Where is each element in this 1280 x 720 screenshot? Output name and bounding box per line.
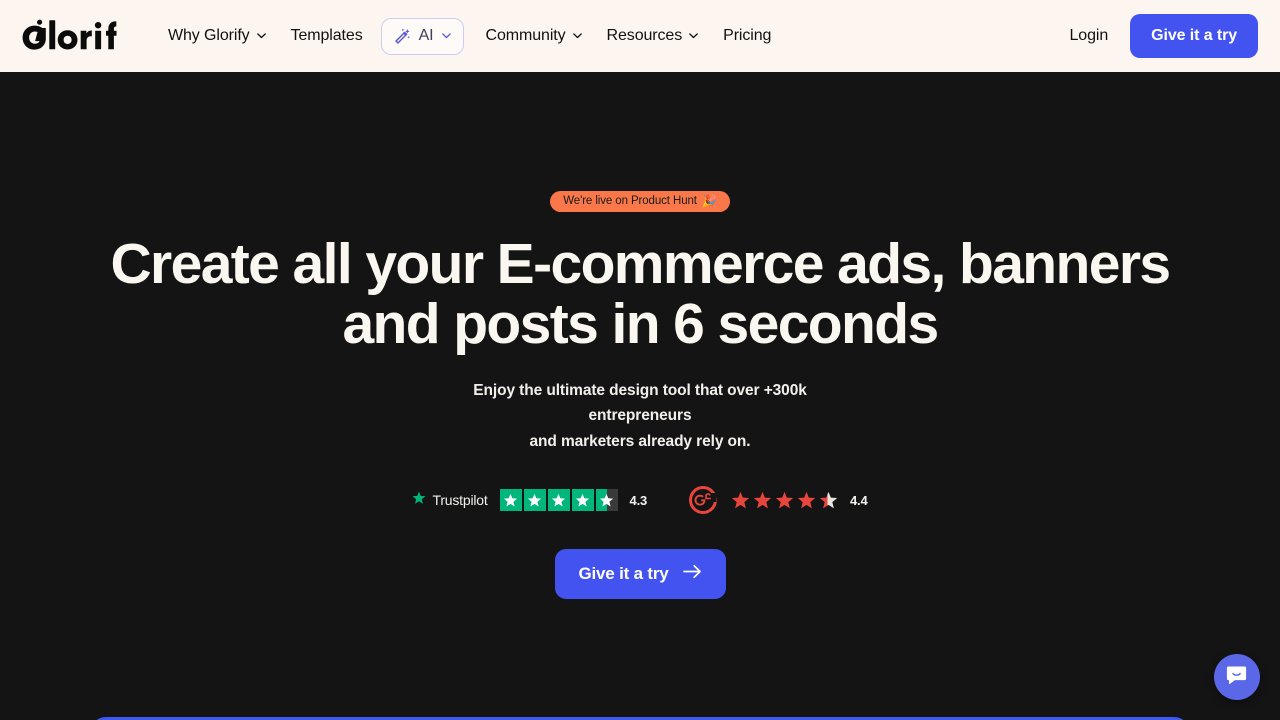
nav-item-resources[interactable]: Resources [595,19,712,53]
trustpilot-logo: Trustpilot [412,491,488,510]
main-nav: Why Glorify Templates AI Community Resou… [156,17,1055,55]
header-give-it-a-try-button[interactable]: Give it a try [1130,14,1258,58]
trustpilot-star-icon [412,491,426,510]
nav-item-community[interactable]: Community [474,19,595,53]
nav-label: Templates [290,27,363,44]
nav-label: Community [485,27,566,44]
ratings-row: Trustpilot 4.3 4.4 [412,486,868,515]
nav-item-ai[interactable]: AI [380,17,464,55]
g2-stars [731,491,838,510]
star-icon [753,491,772,510]
g2-score: 4.4 [850,492,868,508]
star-box [523,489,546,512]
magic-wand-icon [393,27,412,46]
star-icon [775,491,794,510]
chevron-down-icon [441,30,452,41]
chat-widget-button[interactable] [1214,654,1260,700]
rating-trustpilot[interactable]: Trustpilot 4.3 [412,489,648,512]
star-box [547,489,570,512]
hero-headline: Create all your E-commerce ads, banners … [110,232,1171,357]
glorify-wordmark-icon [22,19,117,50]
nav-label: Why Glorify [168,27,250,44]
ai-label: AI [418,27,434,44]
hero-give-it-a-try-button[interactable]: Give it a try [554,549,726,600]
product-hunt-badge[interactable]: We're live on Product Hunt 🎉 [550,191,730,212]
star-icon [797,491,816,510]
chat-bubble-smile-icon [1225,663,1249,692]
star-icon [731,491,750,510]
hero-subheadline-line2: and marketers already rely on. [529,432,751,450]
nav-label: Resources [606,27,683,44]
g2-logo-icon [689,486,718,515]
nav-item-templates[interactable]: Templates [279,19,375,53]
chevron-down-icon [572,30,583,41]
hero-subheadline-line1: Enjoy the ultimate design tool that over… [473,381,807,425]
rating-g2[interactable]: 4.4 [689,486,868,515]
hero-subheadline: Enjoy the ultimate design tool that over… [430,378,850,455]
chevron-down-icon [688,30,699,41]
nav-item-pricing[interactable]: Pricing [711,19,783,53]
trustpilot-stars [499,489,618,512]
party-popper-icon: 🎉 [701,194,717,208]
login-link[interactable]: Login [1055,19,1122,53]
hero-section: We're live on Product Hunt 🎉 Create all … [0,72,1280,720]
product-hunt-badge-text: We're live on Product Hunt [563,195,697,207]
hero-cta-label: Give it a try [578,564,669,584]
header-actions: Login Give it a try [1055,14,1258,58]
nav-item-why-glorify[interactable]: Why Glorify [156,19,279,53]
star-box [571,489,594,512]
star-box [499,489,522,512]
trustpilot-label: Trustpilot [432,492,488,509]
nav-label: Pricing [723,27,772,44]
glorify-logo[interactable] [22,14,118,58]
arrow-right-icon [682,564,702,584]
trustpilot-score: 4.3 [629,492,648,508]
star-icon-partial [819,491,838,510]
chevron-down-icon [256,30,267,41]
star-box-partial [595,489,618,512]
site-header: Why Glorify Templates AI Community Resou… [0,0,1280,72]
